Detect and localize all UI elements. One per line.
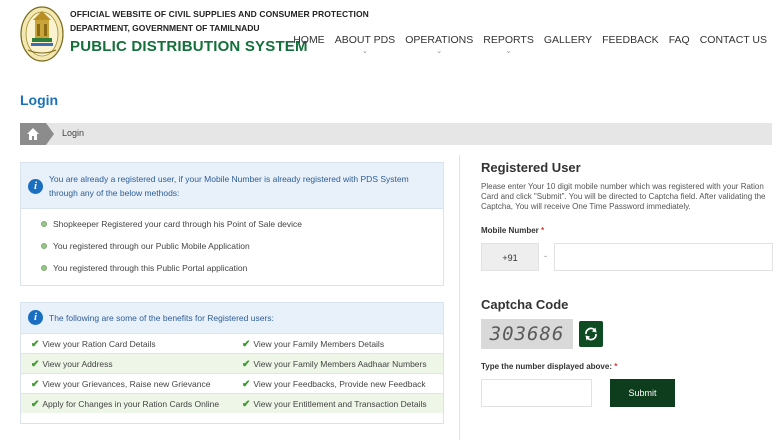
- benefit-item: ✔ View your Family Members Aadhaar Number…: [242, 359, 427, 370]
- benefit-item: ✔ View your Address: [31, 359, 113, 370]
- nav-reports[interactable]: REPORTS ⌄: [478, 34, 539, 55]
- check-icon: ✔: [31, 399, 40, 410]
- check-icon: ✔: [242, 339, 251, 350]
- check-icon: ✔: [31, 359, 40, 370]
- table-row: ✔ View your Ration Card Details ✔ View you…: [21, 333, 443, 353]
- benefits-info-message: The following are some of the benefits f…: [49, 313, 274, 323]
- list-item: You registered through our Public Mobile…: [21, 235, 443, 257]
- registered-methods-panel: i You are already a registered user, if …: [20, 162, 444, 286]
- chevron-down-icon: ⌄: [362, 48, 368, 55]
- benefit-item: ✔ View your Grievances, Raise new Grievan…: [31, 379, 211, 390]
- required-mark: *: [541, 226, 545, 235]
- benefits-panel: i The following are some of the benefits…: [20, 302, 444, 424]
- list-item: You registered through this Public Porta…: [21, 257, 443, 279]
- info-icon: i: [28, 179, 43, 194]
- info-icon: i: [28, 310, 43, 325]
- check-icon: ✔: [242, 399, 251, 410]
- check-icon: ✔: [31, 379, 40, 390]
- nav-operations[interactable]: OPERATIONS ⌄: [400, 34, 478, 55]
- required-mark: *: [614, 362, 618, 371]
- registered-methods-list: Shopkeeper Registered your card through …: [21, 209, 443, 279]
- nav-gallery[interactable]: GALLERY: [539, 34, 597, 46]
- bullet-icon: [41, 221, 47, 227]
- refresh-icon: [585, 327, 597, 341]
- nav-about-pds[interactable]: ABOUT PDS ⌄: [330, 34, 401, 55]
- registered-user-title: Registered User: [481, 160, 581, 175]
- benefit-item: ✔ View your Feedbacks, Provide new Feedba…: [242, 379, 426, 390]
- benefits-info-bar: i The following are some of the benefits…: [21, 303, 443, 333]
- list-item: Shopkeeper Registered your card through …: [21, 213, 443, 235]
- registered-info-bar: i You are already a registered user, if …: [21, 163, 443, 209]
- captcha-title: Captcha Code: [481, 297, 569, 312]
- chevron-down-icon: ⌄: [505, 48, 512, 55]
- check-icon: ✔: [242, 379, 251, 390]
- tamilnadu-emblem-icon[interactable]: [20, 6, 64, 62]
- nav-contact-us[interactable]: CONTACT US: [695, 34, 772, 46]
- nav-feedback[interactable]: FEEDBACK: [597, 34, 664, 46]
- site-header: OFFICIAL WEBSITE OF CIVIL SUPPLIES AND C…: [0, 0, 780, 72]
- chevron-down-icon: ⌄: [436, 48, 443, 55]
- captcha-refresh-button[interactable]: [579, 321, 603, 347]
- table-row: ✔ View your Address ✔ View your Family Mem…: [21, 353, 443, 373]
- benefit-item: ✔ View your Family Members Details: [242, 339, 385, 350]
- bullet-icon: [41, 243, 47, 249]
- mobile-number-input[interactable]: [554, 243, 773, 271]
- bullet-icon: [41, 265, 47, 271]
- home-icon: [27, 128, 39, 140]
- captcha-input[interactable]: [481, 379, 592, 407]
- submit-button[interactable]: Submit: [610, 379, 675, 407]
- table-row: ✔ View your Grievances, Raise new Grievan…: [21, 373, 443, 393]
- breadcrumb-current: Login: [62, 128, 85, 138]
- column-divider: [459, 155, 460, 440]
- country-code-prefix: +91: [481, 243, 539, 271]
- registered-user-description: Please enter Your 10 digit mobile number…: [481, 182, 766, 211]
- breadcrumb: Login: [20, 123, 772, 145]
- department-line-1: OFFICIAL WEBSITE OF CIVIL SUPPLIES AND C…: [70, 9, 369, 19]
- main-nav: HOME ABOUT PDS ⌄ OPERATIONS ⌄ REPORTS ⌄ GAL…: [288, 34, 772, 55]
- registered-info-message: You are already a registered user, if yo…: [49, 174, 409, 198]
- site-brand-title[interactable]: PUBLIC DISTRIBUTION SYSTEM: [70, 38, 308, 55]
- department-line-2: DEPARTMENT, GOVERNMENT OF TAMILNADU: [70, 23, 260, 33]
- benefit-item: ✔ View your Entitlement and Transaction D…: [242, 399, 427, 410]
- table-row: ✔ Apply for Changes in your Ration Cards …: [21, 393, 443, 413]
- check-icon: ✔: [242, 359, 251, 370]
- nav-faq[interactable]: FAQ: [664, 34, 695, 46]
- breadcrumb-home-link[interactable]: [20, 123, 54, 145]
- captcha-image: 303686: [481, 319, 573, 349]
- mobile-number-label: Mobile Number *: [481, 226, 545, 235]
- benefit-item: ✔ View your Ration Card Details: [31, 339, 156, 350]
- check-icon: ✔: [31, 339, 40, 350]
- benefit-item: ✔ Apply for Changes in your Ration Cards …: [31, 399, 220, 410]
- nav-home[interactable]: HOME: [288, 34, 330, 46]
- page-title: Login: [20, 92, 59, 108]
- prefix-separator: -: [544, 251, 547, 261]
- captcha-input-label: Type the number displayed above: *: [481, 362, 618, 371]
